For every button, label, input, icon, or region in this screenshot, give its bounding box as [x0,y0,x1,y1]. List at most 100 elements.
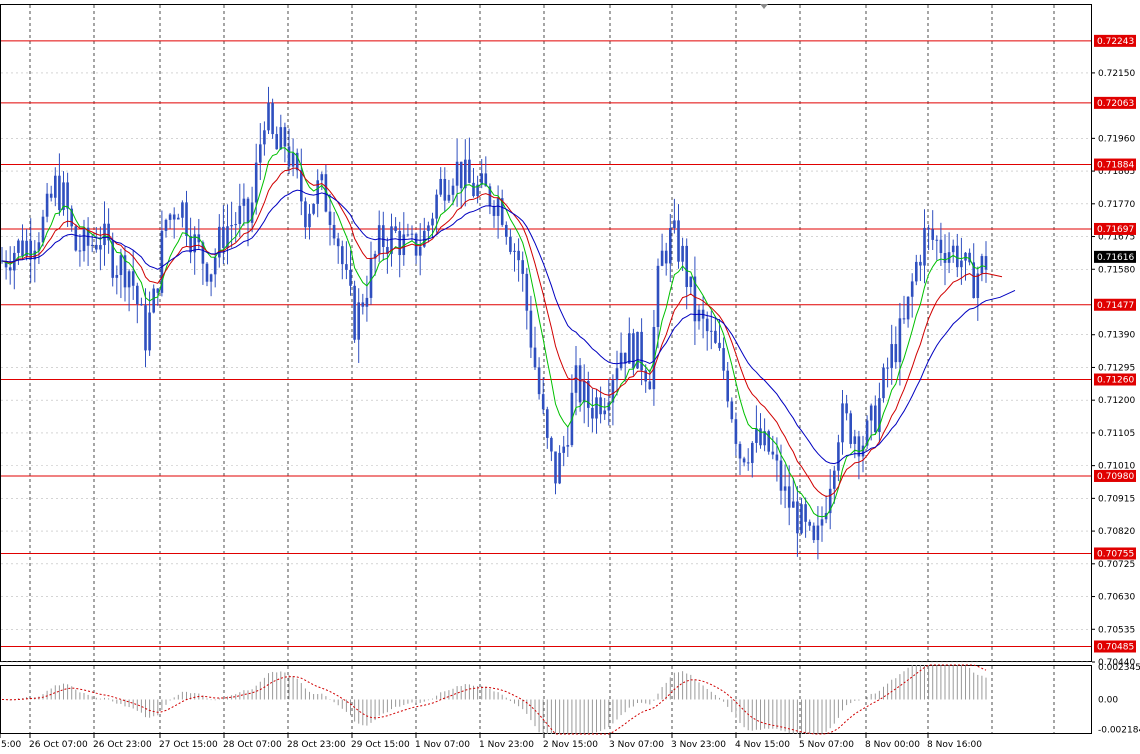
candle-body [779,460,783,491]
macd-subpanel [0,664,1092,735]
candle-body [431,218,434,226]
y-tick-label: 0.70535 [1098,625,1135,635]
candle-body [685,245,688,288]
candle-body [209,274,213,282]
candle-body [890,344,893,369]
candle-body [136,285,139,305]
candle-body [833,470,836,489]
candle-body [254,162,258,203]
candle-body [435,194,438,219]
candle-body [82,227,86,252]
x-tick-label: 28 Oct 07:00 [223,740,282,750]
candle-body [619,352,623,369]
candle-body [902,318,906,320]
candle-body [328,211,332,225]
candle-body [115,274,119,278]
candle-body [910,281,914,297]
candle-body [812,525,816,541]
sub-y-tick-label: -0.002184 [1098,726,1140,736]
candle-body [845,403,848,414]
candle-body [582,380,586,403]
candle-body [341,246,344,265]
candle-body [849,413,852,444]
candle-body [213,257,217,275]
candle-body [689,276,693,288]
candle-body [353,285,356,340]
sub-y-tick-label: 0.002345 [1098,663,1140,673]
candle-body [566,445,570,447]
candle-body [152,288,155,313]
y-tick-label: 0.71200 [1098,396,1135,406]
candle-body [935,239,939,241]
candle-body [427,225,430,231]
y-tick-label: 0.70630 [1098,593,1135,603]
candle-body [800,504,803,534]
candle-body [464,159,467,189]
candle-body [54,175,57,198]
candle-body [41,216,45,243]
candle-body [492,206,496,216]
candle-body [529,310,533,348]
candle-body [669,228,672,264]
x-tick-label: 26 Oct 07:00 [29,740,88,750]
candle-body [279,127,283,150]
candle-body [738,443,742,459]
candle-body [787,486,791,508]
candle-body [230,225,233,227]
candle-body [562,446,565,453]
candle-body [361,302,365,307]
candle-body [705,318,709,332]
level-label: 0.71477 [1097,301,1134,311]
candle-body [517,250,520,261]
candle-body [78,250,82,252]
candle-body [808,521,811,526]
candle-body [119,255,123,275]
y-tick-label: 0.70915 [1098,494,1135,504]
candle-body [640,331,643,371]
candle-body [66,182,69,209]
level-label: 0.72243 [1097,37,1134,47]
candle-body [345,264,348,270]
candle-body [841,403,844,443]
candle-body [939,239,943,254]
candle-body [931,229,934,240]
candle-body [673,220,676,229]
candle-body [242,198,246,206]
candle-body [131,271,135,286]
candle-body [751,442,754,463]
candle-body [95,244,98,250]
candle-body [767,431,770,452]
candle-body [919,261,922,266]
candle-body [853,436,857,444]
candle-body [656,265,660,327]
y-tick-label: 0.70725 [1098,560,1135,570]
candle-body [804,504,807,522]
level-label: 0.71260 [1097,376,1134,386]
sub-y-tick-label: 0.00 [1098,696,1118,706]
candle-body [447,194,451,201]
candle-body [943,253,947,263]
candle-body [144,305,147,351]
candle-body [127,271,131,288]
candle-body [271,102,274,135]
candle-body [960,260,963,268]
candle-body [537,367,541,395]
candle-body [906,296,910,320]
level-label: 0.70755 [1097,549,1134,559]
candle-body [628,333,631,364]
candle-body [837,442,840,471]
candle-body [140,304,143,306]
candle-body [275,134,278,150]
candle-body [168,214,172,220]
candle-body [189,235,192,253]
candle-body [185,202,188,236]
candle-body [439,178,442,195]
candle-body [394,226,397,231]
candle-body [956,245,959,268]
candle-body [726,370,729,402]
level-label: 0.72063 [1097,99,1134,109]
candle-body [164,219,168,231]
candle-body [148,312,151,351]
candle-body [923,227,926,266]
candle-body [496,198,500,216]
